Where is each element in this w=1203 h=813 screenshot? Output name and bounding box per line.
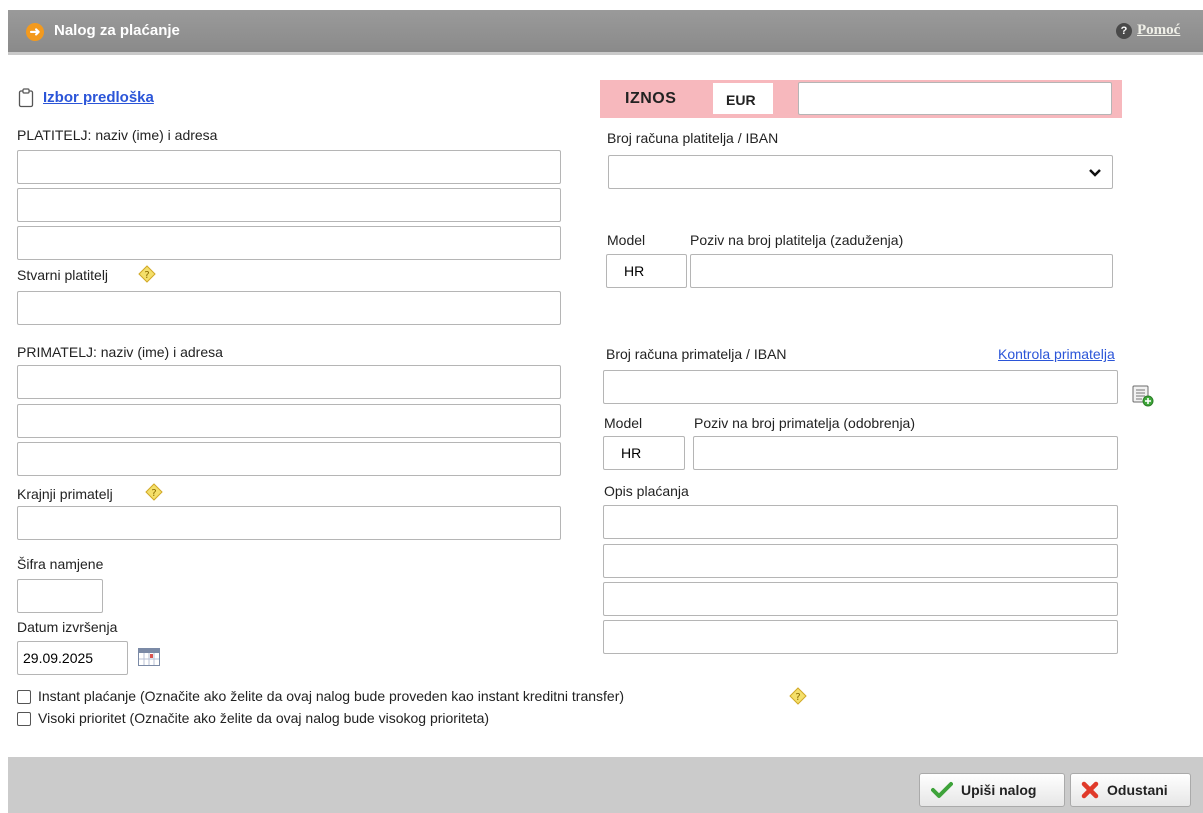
- payer-account-label: Broj računa platitelja / IBAN: [607, 130, 779, 146]
- final-recipient-field[interactable]: [17, 506, 561, 540]
- recipient-reference-field[interactable]: [693, 436, 1118, 470]
- payer-account-select[interactable]: [608, 155, 1113, 189]
- actual-payer-label: Stvarni platitelj: [17, 267, 109, 283]
- cancel-label: Odustani: [1107, 782, 1168, 798]
- calendar-icon[interactable]: [138, 648, 160, 666]
- arrow-right-icon: ➜: [26, 23, 44, 41]
- currency-field: EUR: [713, 83, 773, 114]
- recipient-address-field-2[interactable]: [17, 442, 561, 476]
- description-field-1[interactable]: [603, 505, 1118, 539]
- recipient-account-label: Broj računa primatelja / IBAN: [606, 346, 787, 362]
- description-field-3[interactable]: [603, 582, 1118, 616]
- hint-icon[interactable]: ?: [789, 687, 807, 705]
- svg-text:?: ?: [151, 488, 156, 499]
- submit-order-label: Upiši nalog: [961, 782, 1037, 798]
- purpose-code-field[interactable]: [17, 579, 103, 613]
- page-title: Nalog za plaćanje: [54, 22, 180, 39]
- checkmark-icon: [931, 782, 953, 798]
- payer-reference-field[interactable]: [690, 254, 1113, 288]
- amount-field[interactable]: [798, 82, 1112, 115]
- close-icon: [1081, 781, 1099, 799]
- payer-model-label: Model: [607, 232, 646, 248]
- template-select-link[interactable]: Izbor predloška: [43, 89, 154, 106]
- chevron-down-icon: [1089, 169, 1101, 177]
- submit-order-button[interactable]: Upiši nalog: [919, 773, 1065, 807]
- purpose-code-label: Šifra namjene: [17, 556, 104, 572]
- svg-text:?: ?: [144, 270, 149, 281]
- recipient-reference-label: Poziv na broj primatelja (odobrenja): [694, 415, 915, 431]
- payer-reference-label: Poziv na broj platitelja (zaduženja): [690, 232, 904, 248]
- cancel-button[interactable]: Odustani: [1070, 773, 1191, 807]
- recipient-model-label: Model: [604, 415, 643, 431]
- help-icon[interactable]: ?: [1116, 23, 1132, 39]
- address-book-icon[interactable]: [1132, 385, 1154, 407]
- hint-icon[interactable]: ?: [138, 265, 156, 283]
- recipient-account-field[interactable]: [603, 370, 1118, 404]
- high-priority-label: Visoki prioritet (Označite ako želite da…: [38, 710, 490, 726]
- svg-text:?: ?: [795, 692, 800, 703]
- execution-date-field[interactable]: [17, 641, 128, 675]
- amount-bar: IZNOS EUR: [600, 80, 1122, 118]
- final-recipient-label: Krajnji primatelj: [17, 486, 113, 502]
- recipient-address-field-1[interactable]: [17, 404, 561, 438]
- payer-model-field[interactable]: [606, 254, 687, 288]
- actual-payer-field[interactable]: [17, 291, 561, 325]
- description-field-2[interactable]: [603, 544, 1118, 578]
- description-field-4[interactable]: [603, 620, 1118, 654]
- help-link[interactable]: Pomoć: [1137, 22, 1180, 39]
- recipient-label: PRIMATELJ: naziv (ime) i adresa: [17, 344, 223, 360]
- clipboard-icon: [18, 88, 36, 108]
- recipient-model-field[interactable]: [603, 436, 685, 470]
- recipient-check-link[interactable]: Kontrola primatelja: [998, 346, 1115, 362]
- footer-bar: Upiši nalog Odustani: [8, 757, 1203, 813]
- recipient-name-field[interactable]: [17, 365, 561, 399]
- window-title-bar: ➜ Nalog za plaćanje ? Pomoć: [8, 10, 1203, 55]
- high-priority-checkbox[interactable]: [17, 712, 31, 726]
- instant-payment-checkbox[interactable]: [17, 690, 31, 704]
- execution-date-label: Datum izvršenja: [17, 619, 118, 635]
- amount-label: IZNOS: [625, 90, 677, 107]
- instant-payment-label: Instant plaćanje (Označite ako želite da…: [38, 688, 625, 704]
- payer-label: PLATITELJ: naziv (ime) i adresa: [17, 127, 218, 143]
- payer-name-field[interactable]: [17, 150, 561, 184]
- hint-icon[interactable]: ?: [145, 483, 163, 501]
- payer-address-field-1[interactable]: [17, 188, 561, 222]
- description-label: Opis plaćanja: [604, 483, 689, 499]
- payer-address-field-2[interactable]: [17, 226, 561, 260]
